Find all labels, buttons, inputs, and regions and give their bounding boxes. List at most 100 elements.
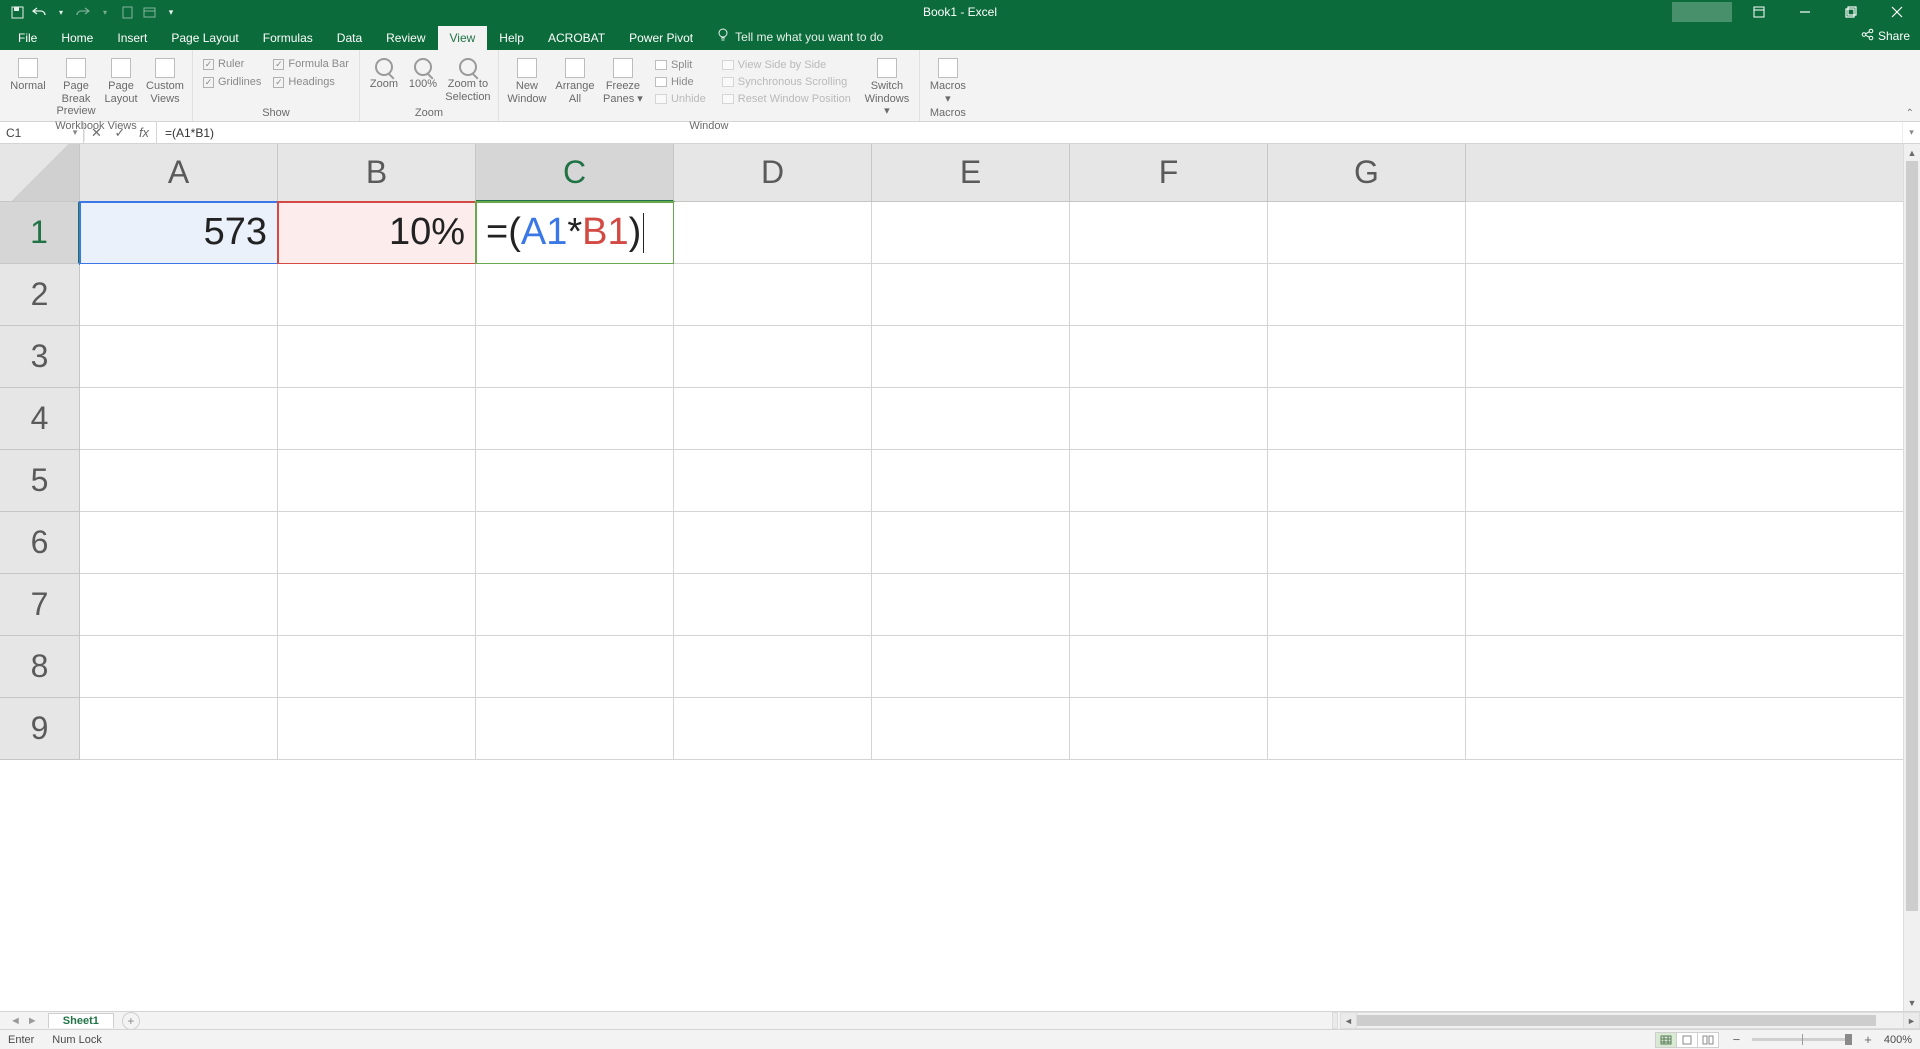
tab-review[interactable]: Review (374, 26, 437, 50)
new-file-icon[interactable] (120, 5, 134, 19)
new-window-button[interactable]: New Window (505, 56, 549, 105)
cell-B6[interactable] (278, 512, 476, 574)
cell-D8[interactable] (674, 636, 872, 698)
save-icon[interactable] (10, 5, 24, 19)
cell-B2[interactable] (278, 264, 476, 326)
cell-A1[interactable]: 573 (80, 202, 278, 264)
undo-icon[interactable] (32, 5, 46, 19)
cell-C3[interactable] (476, 326, 674, 388)
zoom-slider-knob[interactable] (1845, 1034, 1852, 1045)
cell-F7[interactable] (1070, 574, 1268, 636)
expand-formula-bar-icon[interactable]: ▾ (1902, 122, 1920, 143)
cell-G2[interactable] (1268, 264, 1466, 326)
cell-D5[interactable] (674, 450, 872, 512)
cell-C6[interactable] (476, 512, 674, 574)
cell-B7[interactable] (278, 574, 476, 636)
cell-E5[interactable] (872, 450, 1070, 512)
cell-B3[interactable] (278, 326, 476, 388)
cell-D3[interactable] (674, 326, 872, 388)
row-header-7[interactable]: 7 (0, 574, 80, 636)
macros-button[interactable]: Macros ▾ (926, 56, 970, 105)
row-header-4[interactable]: 4 (0, 388, 80, 450)
cell-F1[interactable] (1070, 202, 1268, 264)
cell-B8[interactable] (278, 636, 476, 698)
normal-view-shortcut[interactable] (1655, 1032, 1677, 1048)
view-side-by-side-button[interactable]: View Side by Side (720, 58, 853, 72)
cell-E2[interactable] (872, 264, 1070, 326)
cell-F3[interactable] (1070, 326, 1268, 388)
scroll-thumb[interactable] (1906, 161, 1918, 911)
page-break-preview-button[interactable]: Page Break Preview (54, 56, 98, 118)
cell-A9[interactable] (80, 698, 278, 760)
zoom-slider[interactable] (1752, 1038, 1852, 1041)
row-header-1[interactable]: 1 (0, 202, 80, 264)
zoom-button[interactable]: Zoom (366, 56, 402, 91)
zoom-out-button[interactable]: − (1729, 1032, 1745, 1047)
page-break-shortcut[interactable] (1697, 1032, 1719, 1048)
arrange-all-button[interactable]: Arrange All (553, 56, 597, 105)
row-header-6[interactable]: 6 (0, 512, 80, 574)
ruler-checkbox[interactable]: ✓Ruler (203, 58, 261, 70)
cell-G7[interactable] (1268, 574, 1466, 636)
tab-acrobat[interactable]: ACROBAT (536, 26, 617, 50)
reset-window-position-button[interactable]: Reset Window Position (720, 92, 853, 106)
cell-C2[interactable] (476, 264, 674, 326)
tab-data[interactable]: Data (325, 26, 374, 50)
zoom-level[interactable]: 400% (1884, 1034, 1912, 1046)
row-header-8[interactable]: 8 (0, 636, 80, 698)
cell-F2[interactable] (1070, 264, 1268, 326)
cell-C7[interactable] (476, 574, 674, 636)
minimize-icon[interactable] (1782, 0, 1828, 24)
collapse-ribbon-icon[interactable]: ⌃ (1906, 108, 1914, 119)
sheet-nav-next-icon[interactable]: ► (27, 1015, 38, 1027)
col-header-D[interactable]: D (674, 144, 872, 202)
cell-E8[interactable] (872, 636, 1070, 698)
cell-D9[interactable] (674, 698, 872, 760)
scroll-right-icon[interactable]: ► (1903, 1012, 1920, 1029)
hscroll-thumb[interactable] (1357, 1015, 1876, 1026)
scroll-up-icon[interactable]: ▲ (1904, 144, 1920, 161)
row-header-3[interactable]: 3 (0, 326, 80, 388)
tab-insert[interactable]: Insert (105, 26, 159, 50)
thumbnail-icon[interactable] (142, 5, 156, 19)
cell-A6[interactable] (80, 512, 278, 574)
name-box[interactable]: C1 ▼ (0, 122, 84, 143)
tell-me-search[interactable]: Tell me what you want to do (705, 23, 895, 50)
cell-C9[interactable] (476, 698, 674, 760)
cell-A3[interactable] (80, 326, 278, 388)
horizontal-scrollbar[interactable]: ◄ ► (1330, 1012, 1920, 1029)
cell-E3[interactable] (872, 326, 1070, 388)
cell-B1[interactable]: 10% (278, 202, 476, 264)
cell-B9[interactable] (278, 698, 476, 760)
row-header-9[interactable]: 9 (0, 698, 80, 760)
zoom-100-button[interactable]: 100% (406, 56, 440, 91)
ribbon-display-options-icon[interactable] (1736, 0, 1782, 24)
switch-windows-button[interactable]: Switch Windows ▾ (861, 56, 913, 118)
cell-F8[interactable] (1070, 636, 1268, 698)
cell-D4[interactable] (674, 388, 872, 450)
col-header-F[interactable]: F (1070, 144, 1268, 202)
row-header-5[interactable]: 5 (0, 450, 80, 512)
tab-split-handle[interactable] (1332, 1012, 1338, 1029)
cell-D1[interactable] (674, 202, 872, 264)
unhide-button[interactable]: Unhide (653, 92, 708, 106)
tab-power-pivot[interactable]: Power Pivot (617, 26, 705, 50)
cell-A4[interactable] (80, 388, 278, 450)
cell-D6[interactable] (674, 512, 872, 574)
vertical-scrollbar[interactable]: ▲ ▼ (1903, 144, 1920, 1011)
cell-F6[interactable] (1070, 512, 1268, 574)
cell-C1[interactable]: =(A1*B1) (476, 202, 674, 264)
col-header-B[interactable]: B (278, 144, 476, 202)
formula-bar-checkbox[interactable]: ✓Formula Bar (273, 58, 349, 70)
scroll-down-icon[interactable]: ▼ (1904, 994, 1920, 1011)
cell-A8[interactable] (80, 636, 278, 698)
cell-E4[interactable] (872, 388, 1070, 450)
cell-F4[interactable] (1070, 388, 1268, 450)
cell-C5[interactable] (476, 450, 674, 512)
cell-F9[interactable] (1070, 698, 1268, 760)
zoom-to-selection-button[interactable]: Zoom to Selection (444, 56, 492, 103)
col-header-G[interactable]: G (1268, 144, 1466, 202)
cell-E1[interactable] (872, 202, 1070, 264)
new-sheet-button[interactable]: + (122, 1012, 140, 1030)
cell-G1[interactable] (1268, 202, 1466, 264)
